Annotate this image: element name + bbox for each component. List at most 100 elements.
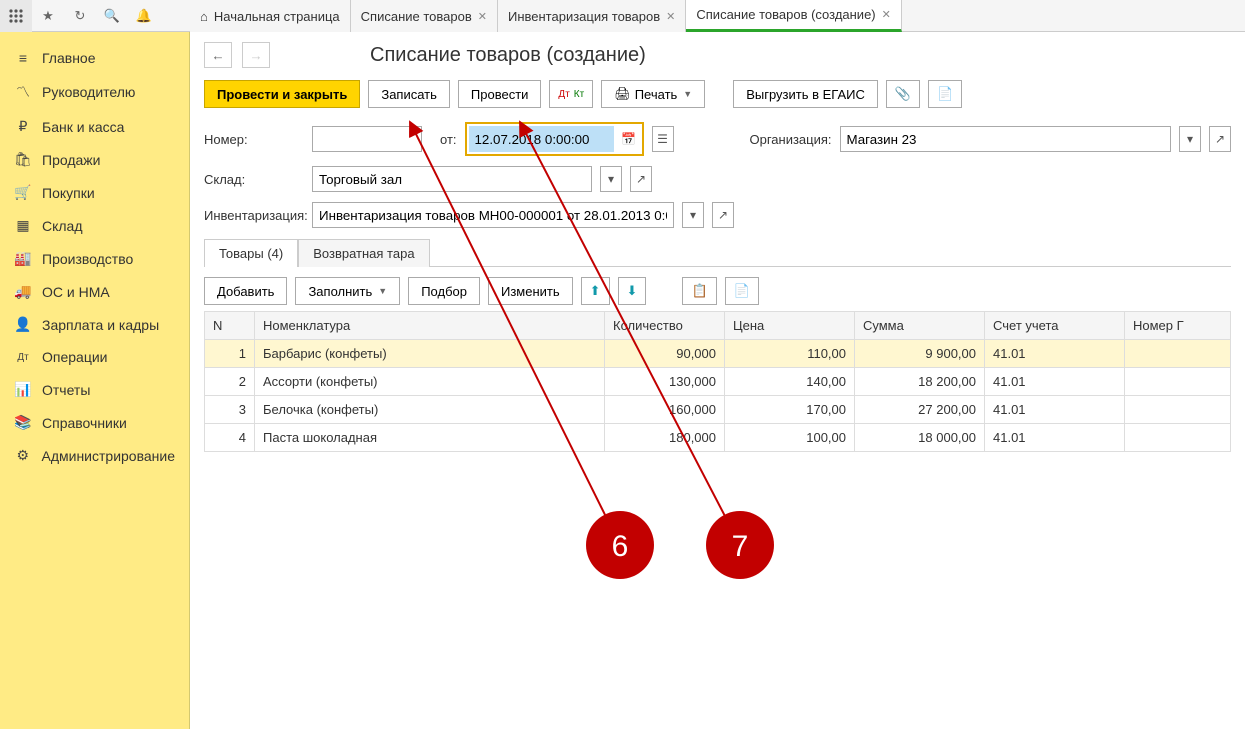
table-row[interactable]: 4 Паста шоколадная 180,000 100,00 18 000… — [205, 424, 1231, 452]
tab-writeoff[interactable]: Списание товаров ✕ — [351, 0, 498, 32]
sidebar-item-label: Главное — [42, 50, 96, 66]
number-input[interactable] — [312, 126, 422, 152]
menu-icon: ≡ — [14, 50, 32, 66]
bag-icon: 🛍 — [14, 151, 32, 168]
warehouse-open-button[interactable]: ↗ — [630, 166, 652, 192]
sidebar-item-assets[interactable]: 🚚ОС и НМА — [0, 275, 189, 308]
doc-button[interactable]: 📄 — [928, 80, 962, 108]
col-n[interactable]: N — [205, 312, 255, 340]
warehouse-select-button[interactable]: ▾ — [600, 166, 622, 192]
inventory-label: Инвентаризация: — [204, 208, 304, 223]
sidebar-item-bank[interactable]: ₽Банк и касса — [0, 110, 189, 143]
inventory-open-button[interactable]: ↗ — [712, 202, 734, 228]
dtkt-icon: Дт — [14, 352, 32, 363]
sidebar-item-label: Операции — [42, 349, 108, 365]
post-button[interactable]: Провести — [458, 80, 542, 108]
sidebar-item-label: Справочники — [42, 415, 127, 431]
close-icon[interactable]: ✕ — [666, 10, 675, 23]
org-label: Организация: — [742, 132, 832, 147]
date-extra-button[interactable]: ☰ — [652, 126, 674, 152]
col-price[interactable]: Цена — [725, 312, 855, 340]
subtab-tare[interactable]: Возвратная тара — [298, 239, 429, 267]
tab-label: Инвентаризация товаров — [508, 9, 660, 24]
sidebar-item-label: Отчеты — [42, 382, 90, 398]
bell-icon[interactable]: 🔔 — [128, 0, 160, 32]
sidebar-item-main[interactable]: ≡ Главное — [0, 42, 189, 74]
sidebar-item-label: Руководителю — [42, 84, 135, 100]
tab-label: Начальная страница — [214, 9, 340, 24]
col-gtd[interactable]: Номер Г — [1125, 312, 1231, 340]
post-close-button[interactable]: Провести и закрыть — [204, 80, 360, 108]
history-icon[interactable]: ↻ — [64, 0, 96, 32]
dtkt-button[interactable]: ДтКт — [549, 80, 593, 108]
printer-icon: 🖨 — [614, 86, 631, 102]
sidebar-item-purchases[interactable]: 🛒Покупки — [0, 176, 189, 209]
ruble-icon: ₽ — [14, 118, 32, 135]
select-button[interactable]: Подбор — [408, 277, 480, 305]
sidebar-item-salary[interactable]: 👤Зарплата и кадры — [0, 308, 189, 341]
table-row[interactable]: 3 Белочка (конфеты) 160,000 170,00 27 20… — [205, 396, 1231, 424]
col-qty[interactable]: Количество — [605, 312, 725, 340]
nav-back-button[interactable]: ← — [204, 42, 232, 68]
calendar-button[interactable]: 📅 — [618, 126, 640, 152]
inventory-input[interactable] — [312, 202, 674, 228]
form-rows: Номер: от: 📅 ☰ Организация: ▾ ↗ Склад: ▾… — [204, 122, 1231, 228]
egais-button[interactable]: Выгрузить в ЕГАИС — [733, 80, 878, 108]
sidebar-item-label: Продажи — [42, 152, 100, 168]
print-button[interactable]: 🖨Печать▼ — [601, 80, 705, 108]
inventory-select-button[interactable]: ▾ — [682, 202, 704, 228]
sidebar-item-warehouse[interactable]: ▦Склад — [0, 209, 189, 242]
sidebar-item-admin[interactable]: ⚙Администрирование — [0, 439, 189, 472]
org-open-button[interactable]: ↗ — [1209, 126, 1231, 152]
table-toolbar: Добавить Заполнить▼ Подбор Изменить ⬆ ⬇ … — [204, 277, 1231, 305]
close-icon[interactable]: ✕ — [882, 8, 891, 21]
col-acc[interactable]: Счет учета — [985, 312, 1125, 340]
col-sum[interactable]: Сумма — [855, 312, 985, 340]
sidebar-item-reports[interactable]: 📊 Отчеты — [0, 373, 189, 406]
sidebar-item-manager[interactable]: 〽Руководителю — [0, 74, 189, 110]
table-row[interactable]: 1 Барбарис (конфеты) 90,000 110,00 9 900… — [205, 340, 1231, 368]
subtab-goods[interactable]: Товары (4) — [204, 239, 298, 267]
chevron-down-icon: ▾ — [1187, 132, 1193, 146]
change-button[interactable]: Изменить — [488, 277, 573, 305]
close-icon[interactable]: ✕ — [478, 10, 487, 23]
sidebar-item-operations[interactable]: Дт Операции — [0, 341, 189, 373]
sidebar-item-label: Покупки — [42, 185, 95, 201]
col-name[interactable]: Номенклатура — [255, 312, 605, 340]
tab-inventory[interactable]: Инвентаризация товаров ✕ — [498, 0, 686, 32]
sidebar-item-sales[interactable]: 🛍 Продажи — [0, 143, 189, 176]
date-input[interactable] — [469, 126, 614, 152]
org-select-button[interactable]: ▾ — [1179, 126, 1201, 152]
factory-icon: 🏭 — [14, 250, 32, 267]
tab-home[interactable]: ⌂ Начальная страница — [190, 0, 351, 32]
star-icon[interactable]: ★ — [32, 0, 64, 32]
goods-table: N Номенклатура Количество Цена Сумма Сче… — [204, 311, 1231, 452]
paste-button[interactable]: 📄 — [725, 277, 759, 305]
command-bar: Провести и закрыть Записать Провести ДтК… — [204, 80, 1231, 108]
apps-icon[interactable] — [0, 0, 32, 32]
barchart-icon: 📊 — [14, 381, 32, 398]
chevron-down-icon: ▼ — [378, 286, 387, 296]
copy-button[interactable]: 📋 — [682, 277, 716, 305]
move-down-button[interactable]: ⬇ — [618, 277, 647, 305]
search-icon[interactable]: 🔍 — [96, 0, 128, 32]
page-title: Списание товаров (создание) — [370, 44, 646, 67]
warehouse-input[interactable] — [312, 166, 592, 192]
chevron-down-icon: ▾ — [690, 208, 696, 222]
calendar-icon: 📅 — [621, 132, 636, 146]
move-up-button[interactable]: ⬆ — [581, 277, 610, 305]
org-input[interactable] — [840, 126, 1171, 152]
attach-button[interactable]: 📎 — [886, 80, 920, 108]
fill-button[interactable]: Заполнить▼ — [295, 277, 400, 305]
add-row-button[interactable]: Добавить — [204, 277, 287, 305]
table-row[interactable]: 2 Ассорти (конфеты) 130,000 140,00 18 20… — [205, 368, 1231, 396]
chevron-down-icon: ▾ — [608, 172, 614, 186]
sidebar-item-refs[interactable]: 📚Справочники — [0, 406, 189, 439]
sidebar-item-prod[interactable]: 🏭Производство — [0, 242, 189, 275]
tab-label: Списание товаров — [361, 9, 472, 24]
nav-forward-button[interactable]: → — [242, 42, 270, 68]
save-button[interactable]: Записать — [368, 80, 450, 108]
sidebar-item-label: Администрирование — [42, 448, 176, 464]
tabs-bar: ⌂ Начальная страница Списание товаров ✕ … — [190, 0, 1245, 32]
tab-writeoff-create[interactable]: Списание товаров (создание) ✕ — [686, 0, 901, 32]
